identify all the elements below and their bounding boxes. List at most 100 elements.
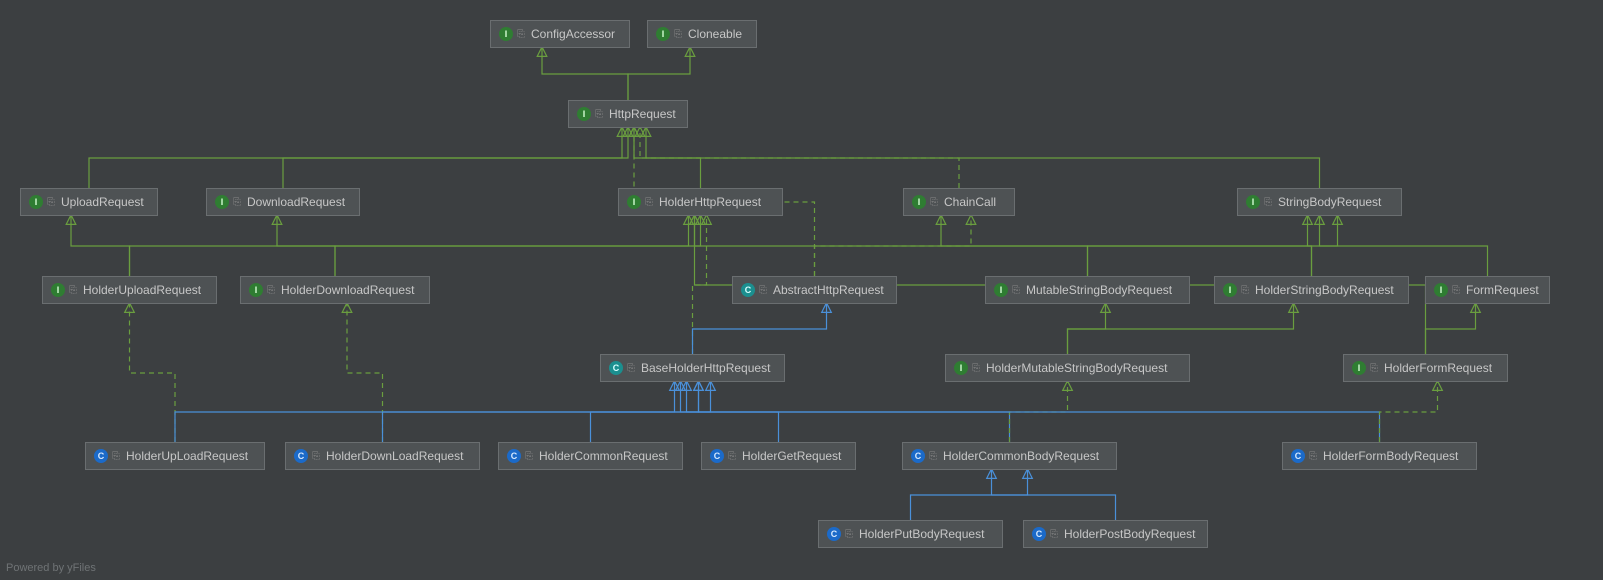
edge-HttpRequest-to-Cloneable [628, 48, 690, 100]
node-label: ConfigAccessor [531, 27, 615, 41]
pin-icon: ⎘ [645, 197, 653, 208]
interface-icon: I [1352, 361, 1366, 375]
node-label: StringBodyRequest [1278, 195, 1381, 209]
node-MutableStringBodyRequest[interactable]: I⎘MutableStringBodyRequest [985, 276, 1190, 304]
pin-icon: ⎘ [674, 29, 682, 40]
node-UploadRequest[interactable]: I⎘UploadRequest [20, 188, 158, 216]
pin-icon: ⎘ [627, 363, 635, 374]
edge-HolderStringBodyRequest-to-HolderHttpRequest [695, 216, 1312, 276]
node-label: FormRequest [1466, 283, 1539, 297]
pin-icon: ⎘ [112, 451, 120, 462]
pin-icon: ⎘ [1264, 197, 1272, 208]
pin-icon: ⎘ [972, 363, 980, 374]
edge-HolderDownLoadRequest-to-HolderDownloadRequest [347, 304, 383, 442]
node-label: BaseHolderHttpRequest [641, 361, 770, 375]
edge-HolderPutBodyRequest-to-HolderCommonBodyRequest [911, 470, 1028, 520]
pin-icon: ⎘ [1452, 285, 1460, 296]
footer-credit: Powered by yFiles [6, 562, 96, 574]
edge-MutableStringBodyRequest-to-ChainCall [941, 216, 1088, 276]
pin-icon: ⎘ [845, 529, 853, 540]
node-HolderCommonRequest[interactable]: C⎘HolderCommonRequest [498, 442, 683, 470]
node-ConfigAccessor[interactable]: I⎘ConfigAccessor [490, 20, 630, 48]
node-label: MutableStringBodyRequest [1026, 283, 1172, 297]
pin-icon: ⎘ [930, 197, 938, 208]
abstract-icon: C [609, 361, 623, 375]
interface-icon: I [577, 107, 591, 121]
pin-icon: ⎘ [517, 29, 525, 40]
edge-HolderFormBodyRequest-to-HolderFormRequest [1380, 382, 1438, 442]
class-icon: C [294, 449, 308, 463]
interface-icon: I [627, 195, 641, 209]
edge-HolderCommonBodyRequest-to-HolderMutableStringBodyRequest [1010, 382, 1068, 442]
node-FormRequest[interactable]: I ⎘ FormRequest [1425, 276, 1550, 304]
edge-HolderCommonBodyRequest-to-BaseHolderHttpRequest [687, 382, 1010, 442]
node-HolderGetRequest[interactable]: C⎘HolderGetRequest [701, 442, 856, 470]
node-HolderMutableStringBodyRequest[interactable]: I ⎘ HolderMutableStringBodyRequest [945, 354, 1190, 382]
edge-MutableStringBodyRequest-to-StringBodyRequest [1088, 216, 1338, 276]
edge-StringBodyRequest-to-HttpRequest [646, 128, 1320, 188]
pin-icon: ⎘ [1370, 363, 1378, 374]
node-HttpRequest[interactable]: I⎘HttpRequest [568, 100, 688, 128]
edge-HolderGetRequest-to-BaseHolderHttpRequest [681, 382, 779, 442]
edge-HolderCommonRequest-to-BaseHolderHttpRequest [591, 382, 675, 442]
edge-HolderFormRequest-to-FormRequest [1426, 304, 1476, 354]
interface-icon: I [1246, 195, 1260, 209]
class-icon: C [911, 449, 925, 463]
node-label: HttpRequest [609, 107, 676, 121]
interface-icon: I [215, 195, 229, 209]
node-label: HolderCommonRequest [539, 449, 668, 463]
pin-icon: ⎘ [1241, 285, 1249, 296]
pin-icon: ⎘ [312, 451, 320, 462]
node-label: HolderUpLoadRequest [126, 449, 248, 463]
node-Cloneable[interactable]: I⎘Cloneable [647, 20, 757, 48]
node-HolderHttpRequest[interactable]: I ⎘ HolderHttpRequest [618, 188, 783, 216]
pin-icon: ⎘ [759, 285, 767, 296]
node-label: Cloneable [688, 27, 742, 41]
node-ChainCall[interactable]: I⎘ChainCall [903, 188, 1015, 216]
node-HolderPutBodyRequest[interactable]: C⎘HolderPutBodyRequest [818, 520, 1003, 548]
node-HolderFormBodyRequest[interactable]: C⎘HolderFormBodyRequest [1282, 442, 1477, 470]
node-label: HolderPutBodyRequest [859, 527, 984, 541]
node-DownloadRequest[interactable]: I ⎘ DownloadRequest [206, 188, 360, 216]
edge-HolderDownloadRequest-to-HolderHttpRequest [335, 216, 701, 276]
node-HolderUploadRequest[interactable]: I⎘HolderUploadRequest [42, 276, 217, 304]
edge-FormRequest-to-StringBodyRequest [1320, 216, 1488, 276]
interface-icon: I [912, 195, 926, 209]
node-label: HolderMutableStringBodyRequest [986, 361, 1167, 375]
edge-HttpRequest-to-ConfigAccessor [542, 48, 628, 100]
pin-icon: ⎘ [267, 285, 275, 296]
class-icon: C [1291, 449, 1305, 463]
node-label: HolderUploadRequest [83, 283, 201, 297]
interface-icon: I [1223, 283, 1237, 297]
node-HolderDownloadRequest[interactable]: I⎘HolderDownloadRequest [240, 276, 430, 304]
interface-icon: I [1434, 283, 1448, 297]
node-StringBodyRequest[interactable]: I ⎘ StringBodyRequest [1237, 188, 1402, 216]
node-HolderStringBodyRequest[interactable]: I⎘HolderStringBodyRequest [1214, 276, 1409, 304]
node-HolderFormRequest[interactable]: I ⎘ HolderFormRequest [1343, 354, 1508, 382]
node-label: HolderDownloadRequest [281, 283, 414, 297]
node-label: AbstractHttpRequest [773, 283, 884, 297]
class-icon: C [1032, 527, 1046, 541]
node-label: DownloadRequest [247, 195, 345, 209]
interface-icon: I [51, 283, 65, 297]
interface-icon: I [29, 195, 43, 209]
interface-icon: I [954, 361, 968, 375]
edge-AbstractHttpRequest-to-ChainCall [815, 216, 972, 276]
node-HolderDownLoadRequest[interactable]: C⎘HolderDownLoadRequest [285, 442, 480, 470]
node-label: HolderHttpRequest [659, 195, 761, 209]
node-HolderPostBodyRequest[interactable]: C⎘HolderPostBodyRequest [1023, 520, 1208, 548]
node-label: HolderFormBodyRequest [1323, 449, 1458, 463]
node-BaseHolderHttpRequest[interactable]: C ⎘ BaseHolderHttpRequest [600, 354, 785, 382]
edge-HolderPostBodyRequest-to-HolderCommonBodyRequest [992, 470, 1116, 520]
node-HolderCommonBodyRequest[interactable]: C⎘HolderCommonBodyRequest [902, 442, 1117, 470]
pin-icon: ⎘ [233, 197, 241, 208]
node-label: HolderFormRequest [1384, 361, 1492, 375]
node-HolderUpLoadRequest[interactable]: C⎘HolderUpLoadRequest [85, 442, 265, 470]
node-AbstractHttpRequest[interactable]: C⎘AbstractHttpRequest [732, 276, 897, 304]
edge-ChainCall-to-HttpRequest [640, 128, 959, 188]
edge-HolderMutableStringBodyRequest-to-HolderStringBodyRequest [1068, 304, 1294, 354]
edge-HolderMutableStringBodyRequest-to-MutableStringBodyRequest [1068, 304, 1106, 354]
edge-UploadRequest-to-HttpRequest [89, 128, 622, 188]
class-icon: C [710, 449, 724, 463]
class-icon: C [507, 449, 521, 463]
